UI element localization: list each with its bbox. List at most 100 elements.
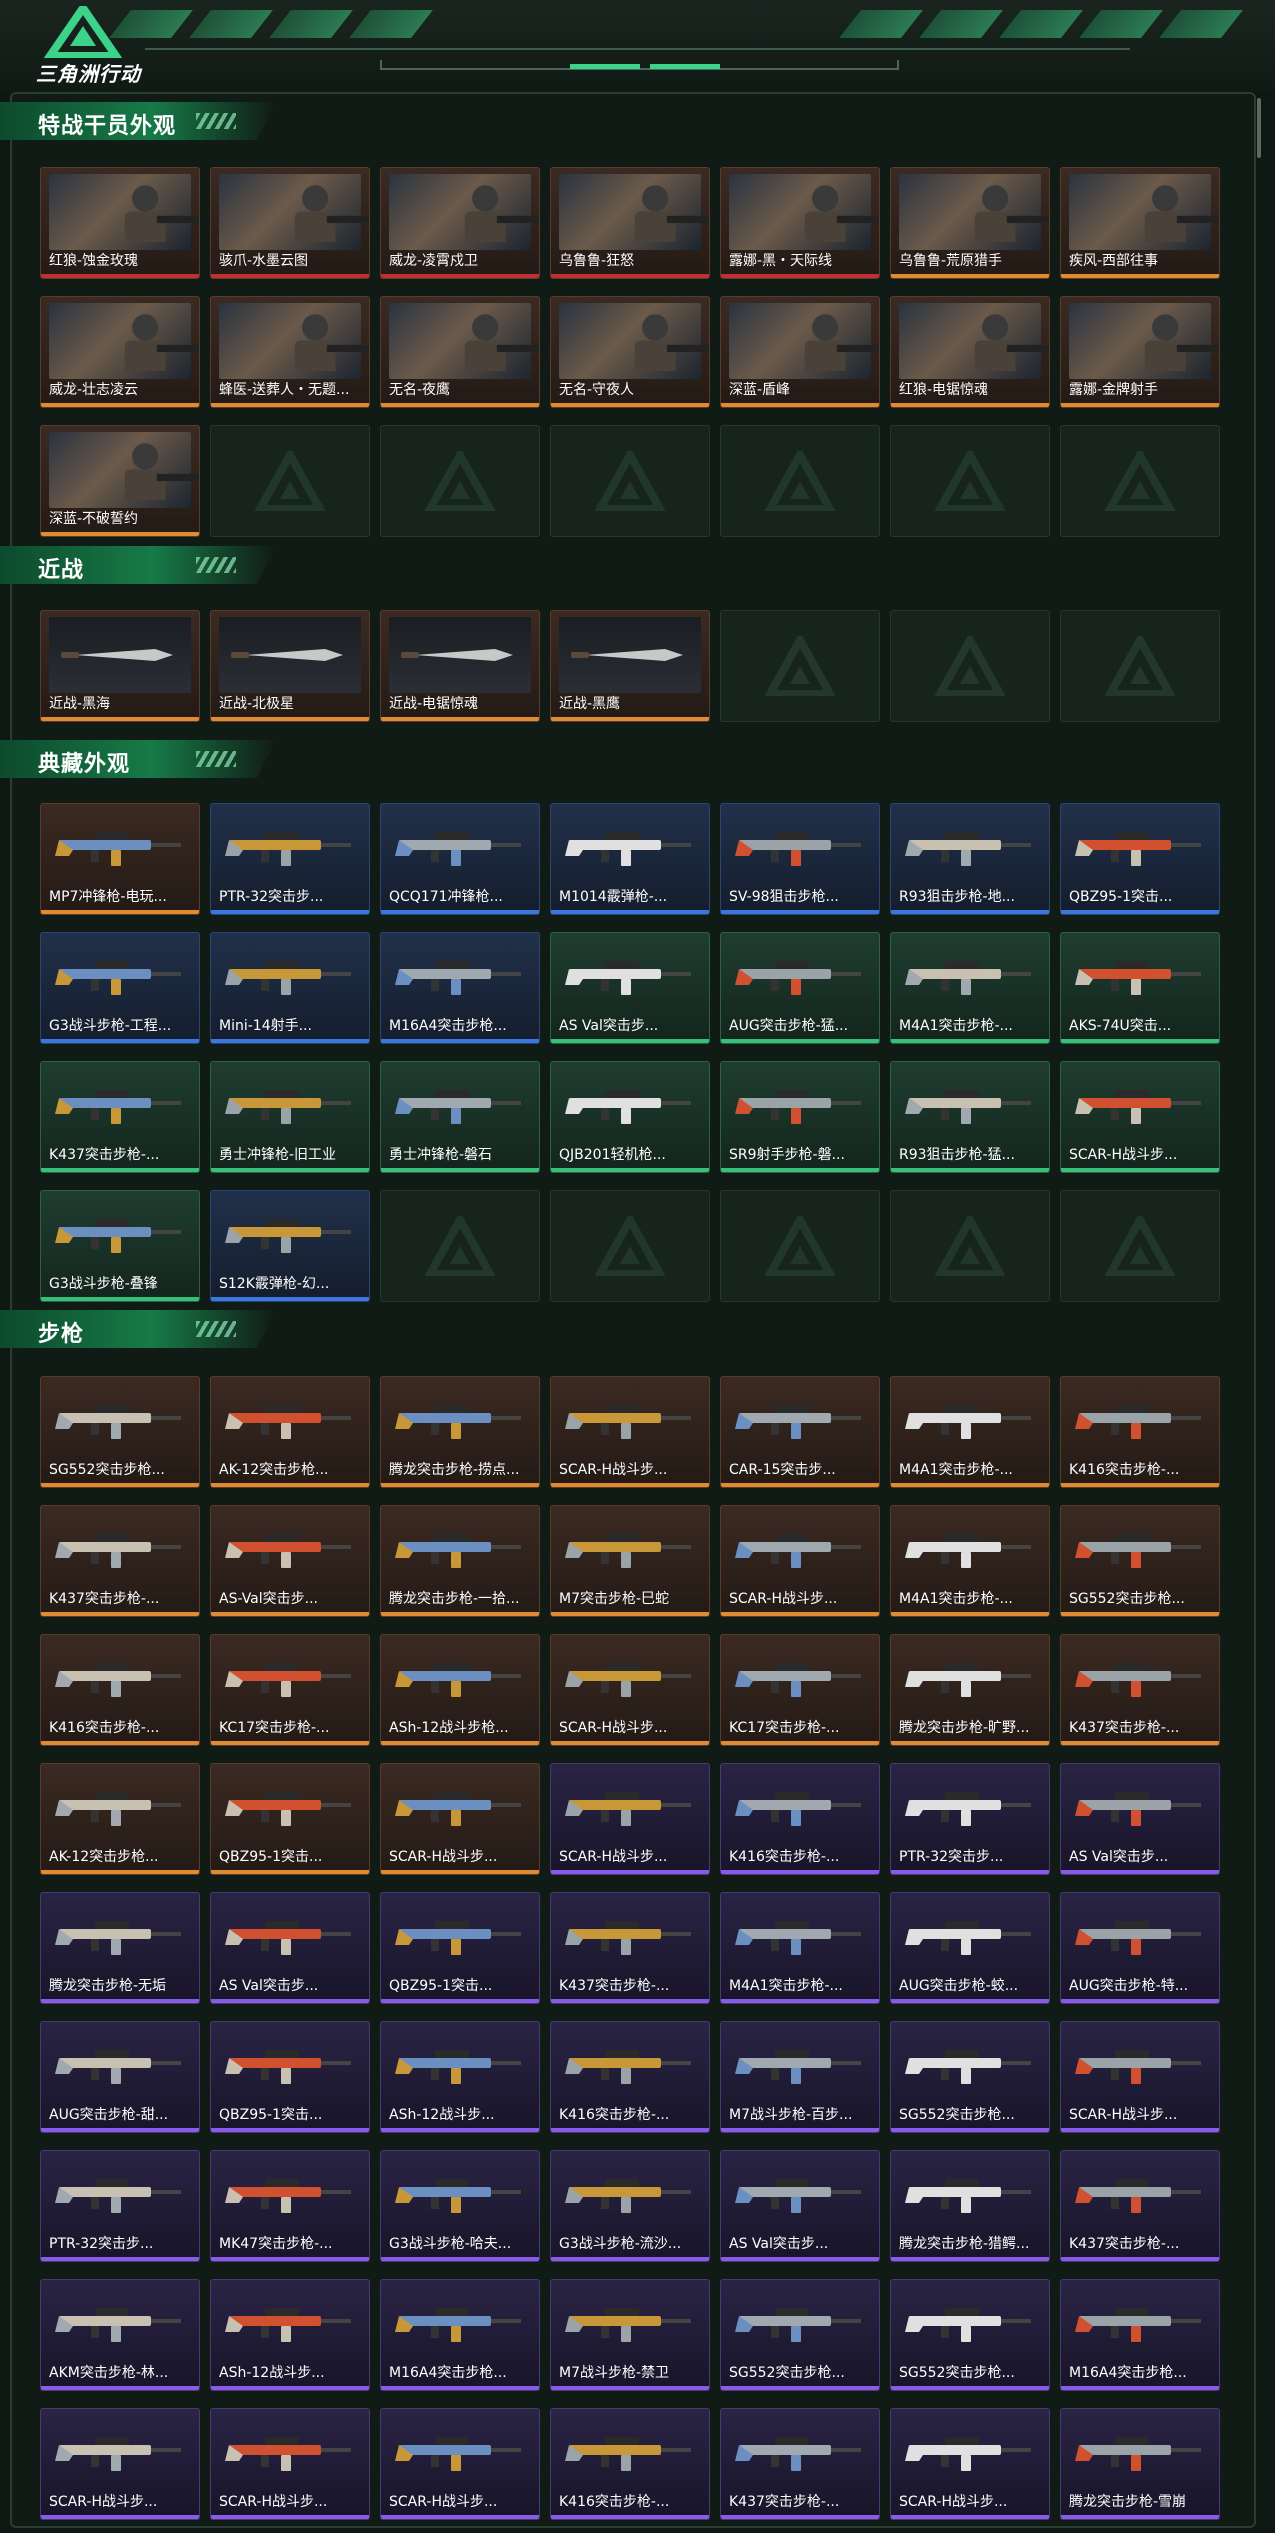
operator-skin-card[interactable]: 威龙-壮志凌云 — [40, 296, 200, 408]
weapon-skin-card[interactable]: KC17突击步枪-... — [720, 1634, 880, 1746]
weapon-skin-card[interactable]: SCAR-H战斗步... — [380, 2408, 540, 2520]
weapon-skin-card[interactable]: MK47突击步枪-... — [210, 2150, 370, 2262]
operator-skin-card[interactable]: 深蓝-不破誓约 — [40, 425, 200, 537]
weapon-skin-card[interactable]: M4A1突击步枪-... — [720, 1892, 880, 2004]
operator-skin-card[interactable]: 无名-守夜人 — [550, 296, 710, 408]
operator-skin-card[interactable]: 红狼-电锯惊魂 — [890, 296, 1050, 408]
weapon-skin-card[interactable]: QBZ95-1突击... — [210, 1763, 370, 1875]
weapon-skin-card[interactable]: AK-12突击步枪... — [40, 1763, 200, 1875]
weapon-skin-card[interactable]: AUG突击步枪-猛... — [720, 932, 880, 1044]
operator-skin-card[interactable]: 蜂医-送葬人・无题... — [210, 296, 370, 408]
weapon-skin-card[interactable]: M16A4突击步枪... — [380, 2279, 540, 2391]
weapon-skin-card[interactable]: ASh-12战斗步... — [380, 2021, 540, 2133]
weapon-skin-card[interactable]: G3战斗步枪-叠锋 — [40, 1190, 200, 1302]
weapon-skin-card[interactable]: M1014霰弹枪-... — [550, 803, 710, 915]
weapon-skin-card[interactable]: AS-Val突击步... — [210, 1505, 370, 1617]
weapon-skin-card[interactable]: PTR-32突击步... — [40, 2150, 200, 2262]
weapon-skin-card[interactable]: SG552突击步枪... — [40, 1376, 200, 1488]
weapon-skin-card[interactable]: QBZ95-1突击... — [1060, 803, 1220, 915]
operator-skin-card[interactable]: 红狼-蚀金玫瑰 — [40, 167, 200, 279]
weapon-skin-card[interactable]: SCAR-H战斗步... — [550, 1763, 710, 1875]
weapon-skin-card[interactable]: SG552突击步枪... — [890, 2021, 1050, 2133]
weapon-skin-card[interactable]: SCAR-H战斗步... — [380, 1763, 540, 1875]
weapon-skin-card[interactable]: SCAR-H战斗步... — [1060, 2021, 1220, 2133]
weapon-skin-card[interactable]: Mini-14射手... — [210, 932, 370, 1044]
weapon-skin-card[interactable]: M16A4突击步枪... — [380, 932, 540, 1044]
weapon-skin-card[interactable]: SCAR-H战斗步... — [890, 2408, 1050, 2520]
weapon-skin-card[interactable]: SCAR-H战斗步... — [550, 1634, 710, 1746]
weapon-skin-card[interactable]: G3战斗步枪-工程... — [40, 932, 200, 1044]
weapon-skin-card[interactable]: K437突击步枪-... — [1060, 2150, 1220, 2262]
weapon-skin-card[interactable]: AUG突击步枪-特... — [1060, 1892, 1220, 2004]
operator-skin-card[interactable]: 无名-夜鹰 — [380, 296, 540, 408]
weapon-skin-card[interactable]: 腾龙突击步枪-旷野... — [890, 1634, 1050, 1746]
weapon-skin-card[interactable]: PTR-32突击步... — [210, 803, 370, 915]
weapon-skin-card[interactable]: QJB201轻机枪... — [550, 1061, 710, 1173]
weapon-skin-card[interactable]: K437突击步枪-... — [720, 2408, 880, 2520]
weapon-skin-card[interactable]: SG552突击步枪... — [1060, 1505, 1220, 1617]
weapon-skin-card[interactable]: QBZ95-1突击... — [210, 2021, 370, 2133]
operator-skin-card[interactable]: 疾风-西部往事 — [1060, 167, 1220, 279]
melee-skin-card[interactable]: 近战-北极星 — [210, 610, 370, 722]
weapon-skin-card[interactable]: 腾龙突击步枪-捞点... — [380, 1376, 540, 1488]
weapon-skin-card[interactable]: KC17突击步枪-... — [210, 1634, 370, 1746]
weapon-skin-card[interactable]: M7突击步枪-巳蛇 — [550, 1505, 710, 1617]
weapon-skin-card[interactable]: AS Val突击步... — [720, 2150, 880, 2262]
weapon-skin-card[interactable]: QCQ171冲锋枪... — [380, 803, 540, 915]
weapon-skin-card[interactable]: AUG突击步枪-甜... — [40, 2021, 200, 2133]
weapon-skin-card[interactable]: ASh-12战斗步枪... — [380, 1634, 540, 1746]
weapon-skin-card[interactable]: 腾龙突击步枪-雪崩 — [1060, 2408, 1220, 2520]
weapon-skin-card[interactable]: 勇士冲锋枪-旧工业 — [210, 1061, 370, 1173]
weapon-skin-card[interactable]: AKS-74U突击... — [1060, 932, 1220, 1044]
weapon-skin-card[interactable]: K437突击步枪-... — [40, 1505, 200, 1617]
weapon-skin-card[interactable]: SCAR-H战斗步... — [1060, 1061, 1220, 1173]
weapon-skin-card[interactable]: QBZ95-1突击... — [380, 1892, 540, 2004]
weapon-skin-card[interactable]: 腾龙突击步枪-猎鳄... — [890, 2150, 1050, 2262]
weapon-skin-card[interactable]: AS Val突击步... — [210, 1892, 370, 2004]
weapon-skin-card[interactable]: M16A4突击步枪... — [1060, 2279, 1220, 2391]
scrollbar[interactable] — [1257, 98, 1261, 158]
operator-skin-card[interactable]: 威龙-凌霄戍卫 — [380, 167, 540, 279]
weapon-skin-card[interactable]: MP7冲锋枪-电玩... — [40, 803, 200, 915]
weapon-skin-card[interactable]: SCAR-H战斗步... — [210, 2408, 370, 2520]
weapon-skin-card[interactable]: SCAR-H战斗步... — [720, 1505, 880, 1617]
weapon-skin-card[interactable]: R93狙击步枪-猛... — [890, 1061, 1050, 1173]
weapon-skin-card[interactable]: AUG突击步枪-蛟... — [890, 1892, 1050, 2004]
melee-skin-card[interactable]: 近战-黑海 — [40, 610, 200, 722]
weapon-skin-card[interactable]: K437突击步枪-... — [550, 1892, 710, 2004]
operator-skin-card[interactable]: 乌鲁鲁-狂怒 — [550, 167, 710, 279]
weapon-skin-card[interactable]: M4A1突击步枪-... — [890, 932, 1050, 1044]
weapon-skin-card[interactable]: AKM突击步枪-林... — [40, 2279, 200, 2391]
weapon-skin-card[interactable]: AS Val突击步... — [550, 932, 710, 1044]
melee-skin-card[interactable]: 近战-电锯惊魂 — [380, 610, 540, 722]
operator-skin-card[interactable]: 骇爪-水墨云图 — [210, 167, 370, 279]
operator-skin-card[interactable]: 露娜-黑・天际线 — [720, 167, 880, 279]
weapon-skin-card[interactable]: M7战斗步枪-禁卫 — [550, 2279, 710, 2391]
weapon-skin-card[interactable]: PTR-32突击步... — [890, 1763, 1050, 1875]
weapon-skin-card[interactable]: K416突击步枪-... — [720, 1763, 880, 1875]
weapon-skin-card[interactable]: SCAR-H战斗步... — [550, 1376, 710, 1488]
operator-skin-card[interactable]: 深蓝-盾峰 — [720, 296, 880, 408]
weapon-skin-card[interactable]: M4A1突击步枪-... — [890, 1505, 1050, 1617]
operator-skin-card[interactable]: 露娜-金牌射手 — [1060, 296, 1220, 408]
weapon-skin-card[interactable]: AK-12突击步枪... — [210, 1376, 370, 1488]
weapon-skin-card[interactable]: G3战斗步枪-流沙... — [550, 2150, 710, 2262]
weapon-skin-card[interactable]: 腾龙突击步枪-无垢 — [40, 1892, 200, 2004]
weapon-skin-card[interactable]: SR9射手步枪-磐... — [720, 1061, 880, 1173]
weapon-skin-card[interactable]: 勇士冲锋枪-磐石 — [380, 1061, 540, 1173]
operator-skin-card[interactable]: 乌鲁鲁-荒原猎手 — [890, 167, 1050, 279]
weapon-skin-card[interactable]: K416突击步枪-... — [550, 2408, 710, 2520]
weapon-skin-card[interactable]: S12K霰弹枪-幻... — [210, 1190, 370, 1302]
weapon-skin-card[interactable]: K437突击步枪-... — [1060, 1634, 1220, 1746]
weapon-skin-card[interactable]: SCAR-H战斗步... — [40, 2408, 200, 2520]
weapon-skin-card[interactable]: 腾龙突击步枪-一拾... — [380, 1505, 540, 1617]
weapon-skin-card[interactable]: R93狙击步枪-地... — [890, 803, 1050, 915]
weapon-skin-card[interactable]: SG552突击步枪... — [720, 2279, 880, 2391]
weapon-skin-card[interactable]: K416突击步枪-... — [40, 1634, 200, 1746]
weapon-skin-card[interactable]: SG552突击步枪... — [890, 2279, 1050, 2391]
weapon-skin-card[interactable]: SV-98狙击步枪... — [720, 803, 880, 915]
weapon-skin-card[interactable]: K416突击步枪-... — [1060, 1376, 1220, 1488]
weapon-skin-card[interactable]: M7战斗步枪-百步... — [720, 2021, 880, 2133]
weapon-skin-card[interactable]: AS Val突击步... — [1060, 1763, 1220, 1875]
weapon-skin-card[interactable]: K437突击步枪-... — [40, 1061, 200, 1173]
